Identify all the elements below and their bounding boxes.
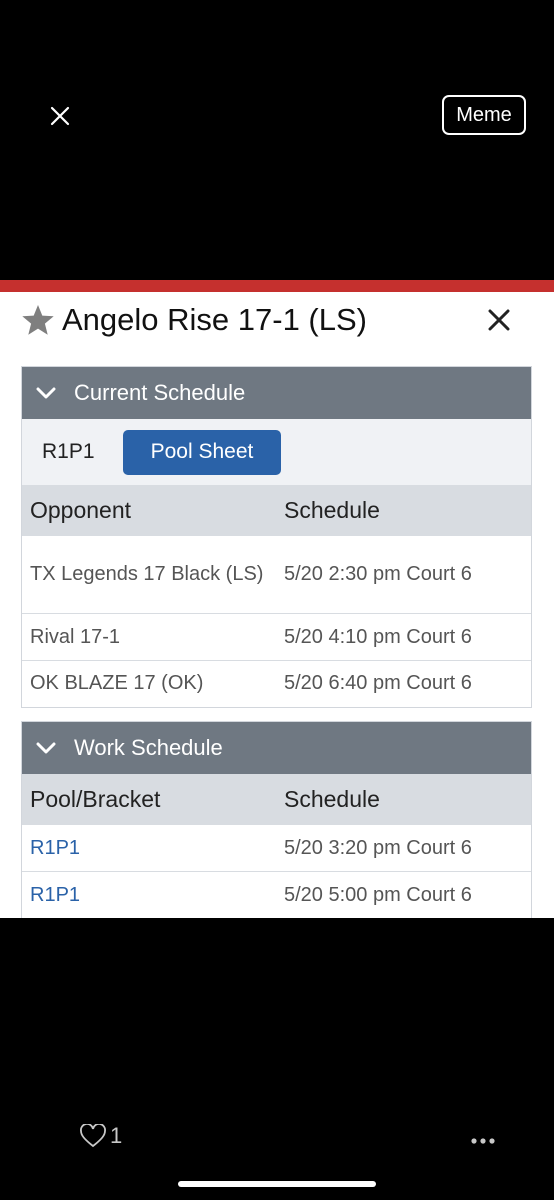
table-row: Rival 17-1 5/20 4:10 pm Court 6 xyxy=(22,613,531,660)
schedule-cell: 5/20 4:10 pm Court 6 xyxy=(284,625,472,648)
pool-name: R1P1 xyxy=(42,440,95,463)
table-row: OK BLAZE 17 (OK) 5/20 6:40 pm Court 6 xyxy=(22,660,531,706)
pool-sheet-button[interactable]: Pool Sheet xyxy=(123,429,281,475)
heart-icon[interactable] xyxy=(80,1123,106,1153)
like-count: 1 xyxy=(110,1123,123,1148)
column-header-pool-bracket: Pool/Bracket xyxy=(30,785,161,812)
column-header-schedule: Schedule xyxy=(284,785,380,812)
chevron-down-icon xyxy=(36,387,58,399)
viewer-close-icon[interactable] xyxy=(46,102,74,130)
section-title: Work Schedule xyxy=(74,735,223,760)
opponent-cell: TX Legends 17 Black (LS) xyxy=(30,563,264,585)
favorite-star-icon[interactable] xyxy=(21,304,55,341)
column-header-opponent: Opponent xyxy=(30,496,132,523)
table-header: Pool/Bracket Schedule xyxy=(22,774,531,824)
section-title: Current Schedule xyxy=(74,380,246,405)
meme-button[interactable]: Meme xyxy=(442,95,526,135)
top-accent-bar xyxy=(0,280,554,292)
pool-link[interactable]: R1P1 xyxy=(22,880,284,911)
schedule-cell: 5/20 5:00 pm Court 6 xyxy=(284,883,472,906)
pool-link[interactable]: R1P1 xyxy=(22,833,284,864)
work-schedule-section: Work Schedule Pool/Bracket Schedule R1P1… xyxy=(21,721,532,918)
chevron-down-icon xyxy=(36,742,58,754)
more-options-icon[interactable] xyxy=(470,1132,496,1150)
home-indicator[interactable] xyxy=(178,1181,376,1187)
pool-row: R1P1 Pool Sheet xyxy=(22,419,531,485)
schedule-cell: 5/20 6:40 pm Court 6 xyxy=(284,672,472,694)
table-row: TX Legends 17 Black (LS) 5/20 2:30 pm Co… xyxy=(22,535,531,613)
table-header: Opponent Schedule xyxy=(22,485,531,535)
current-schedule-header[interactable]: Current Schedule xyxy=(22,367,531,419)
table-row: R1P1 5/20 5:00 pm Court 6 xyxy=(22,871,531,918)
current-schedule-section: Current Schedule R1P1 Pool Sheet Opponen… xyxy=(21,366,532,708)
team-title: Angelo Rise 17-1 (LS) xyxy=(62,302,367,337)
column-header-schedule: Schedule xyxy=(284,496,380,523)
opponent-cell: OK BLAZE 17 (OK) xyxy=(30,672,204,694)
work-schedule-header[interactable]: Work Schedule xyxy=(22,722,531,774)
schedule-cell: 5/20 2:30 pm Court 6 xyxy=(284,563,472,585)
table-row: R1P1 5/20 3:20 pm Court 6 xyxy=(22,824,531,871)
modal-close-icon[interactable] xyxy=(487,308,511,337)
schedule-cell: 5/20 3:20 pm Court 6 xyxy=(284,836,472,859)
opponent-cell: Rival 17-1 xyxy=(30,625,121,648)
